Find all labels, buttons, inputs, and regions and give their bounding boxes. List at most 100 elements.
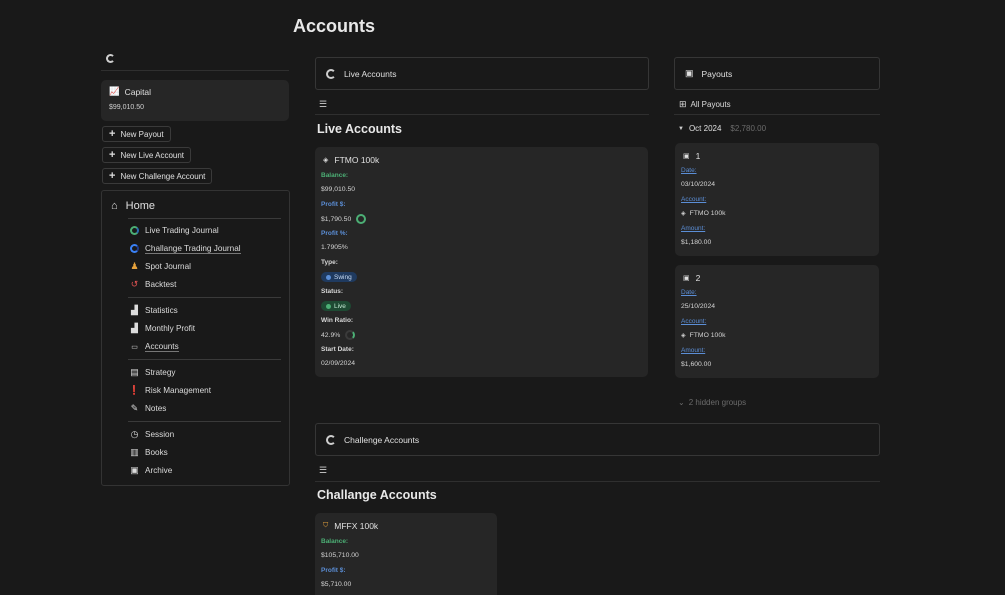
nav-item-risk-management[interactable]: ❗ Risk Management (129, 385, 211, 396)
archive-icon: ▣ (130, 465, 139, 475)
nav-item-notes[interactable]: ✎ Notes (129, 403, 167, 414)
start-date-value: 02/09/2024 (321, 360, 356, 367)
account-card-mffx[interactable]: ⛉ MFFX 100k Balance: $105,710.00 Profit $… (315, 513, 497, 595)
amount-value: $1,180.00 (681, 239, 712, 246)
account-name: FTMO 100k (334, 155, 380, 165)
group-oct-2024[interactable]: ▼ Oct 2024 $2,780.00 (678, 124, 766, 133)
account-name: MFFX 100k (334, 521, 379, 531)
money-icon: ▭ (131, 343, 138, 351)
live-accounts-header-label: Live Accounts (344, 68, 397, 79)
capital-label: Capital (124, 86, 152, 97)
money-icon: ▣ (683, 275, 690, 282)
nav-item-label: Challange Trading Journal (145, 243, 241, 254)
account-card-ftmo[interactable]: ◈ FTMO 100k Balance: $99,010.50 Profit $:… (315, 147, 648, 377)
new-payout-button[interactable]: + New Payout (102, 126, 171, 142)
bar-chart-icon: ▟ (131, 305, 138, 315)
group-label: Oct 2024 (688, 124, 722, 133)
sidebar-nav: ⌂ Home Live Trading Journal Challange Tr… (101, 190, 290, 486)
nav-item-monthly-profit[interactable]: ▟ Monthly Profit (129, 323, 195, 334)
type-value: Swing (334, 273, 352, 281)
nav-item-accounts[interactable]: ▭ Accounts (129, 341, 179, 352)
profit-label: Profit $: (321, 567, 346, 574)
new-challenge-account-button[interactable]: + New Challenge Account (102, 168, 213, 184)
payout-title: 2 (695, 273, 701, 283)
divider (128, 297, 281, 298)
nav-item-label: Session (145, 430, 175, 439)
money-icon: ▣ (685, 68, 694, 78)
plus-icon: + (109, 169, 116, 182)
all-payouts-tab[interactable]: ⊞ All Payouts (679, 99, 731, 110)
payout-card[interactable]: ▣ 1 Date: 03/10/2024 Account: ◈ FTMO 100k … (675, 143, 879, 256)
nav-item-label: Accounts (145, 341, 179, 352)
new-live-label: New Live Account (120, 150, 185, 160)
capital-value: $99,010.50 (109, 104, 145, 111)
spot-icon: ♟ (130, 261, 139, 271)
list-view-icon[interactable]: ☰ (319, 465, 327, 476)
divider (315, 481, 880, 482)
payouts-header-label: Payouts (701, 68, 733, 79)
live-accounts-title: Live Accounts (317, 122, 402, 136)
nav-item-live-trading-journal[interactable]: Live Trading Journal (129, 225, 219, 236)
bar-chart-icon: ▟ (131, 323, 138, 333)
status-value: Live (334, 302, 346, 310)
payout-card[interactable]: ▣ 2 Date: 25/10/2024 Account: ◈ FTMO 100k … (675, 265, 879, 378)
account-value: FTMO 100k (689, 210, 726, 217)
progress-ring-icon (356, 214, 367, 224)
profit-value: $5,710.00 (321, 581, 352, 588)
chevron-down-icon: ⌄ (678, 398, 685, 407)
diamond-icon: ◈ (323, 157, 329, 164)
new-challenge-label: New Challenge Account (120, 171, 206, 181)
profit-label: Profit $: (321, 201, 346, 208)
nav-item-label: Books (145, 448, 168, 457)
grid-icon: ⊞ (679, 99, 687, 109)
nav-home[interactable]: ⌂ Home (111, 200, 155, 212)
hidden-groups-label: 2 hidden groups (688, 398, 747, 407)
challenge-accounts-link[interactable]: Challenge Accounts (315, 423, 880, 456)
nav-item-spot-journal[interactable]: ♟ Spot Journal (129, 261, 191, 272)
nav-item-label: Risk Management (145, 386, 211, 395)
nav-item-challange-trading-journal[interactable]: Challange Trading Journal (129, 243, 241, 254)
date-label: Date: (681, 289, 697, 296)
nav-item-statistics[interactable]: ▟ Statistics (129, 305, 178, 316)
group-total: $2,780.00 (730, 124, 767, 133)
caret-down-icon: ▼ (678, 125, 684, 132)
nav-item-strategy[interactable]: ▤ Strategy (129, 367, 176, 378)
capital-card[interactable]: 📈 Capital $99,010.50 (101, 80, 289, 121)
balance-label: Balance: (321, 172, 349, 179)
book-icon: ▥ (130, 447, 139, 457)
account-label: Account: (681, 196, 707, 203)
date-label: Date: (681, 167, 697, 174)
page-title: Accounts (293, 16, 376, 36)
hidden-groups-toggle[interactable]: ⌄ 2 hidden groups (678, 398, 746, 407)
nav-item-label: Backtest (145, 280, 177, 289)
type-badge: Swing (321, 272, 357, 282)
nav-item-label: Monthly Profit (145, 324, 196, 333)
new-live-account-button[interactable]: + New Live Account (102, 147, 192, 163)
payouts-link[interactable]: ▣ Payouts (674, 57, 880, 90)
loading-icon (106, 54, 115, 63)
strategy-icon: ▤ (130, 367, 139, 377)
account-label: Account: (681, 318, 707, 325)
loading-icon (326, 434, 336, 445)
amount-label: Amount: (681, 347, 706, 354)
dot-icon (326, 274, 331, 280)
nav-item-books[interactable]: ▥ Books (129, 447, 168, 458)
new-payout-label: New Payout (120, 129, 164, 139)
profit-pct-label: Profit %: (321, 230, 348, 237)
nav-item-backtest[interactable]: ↺ Backtest (129, 279, 177, 290)
challenge-accounts-header-label: Challenge Accounts (344, 434, 420, 445)
nav-item-archive[interactable]: ▣ Archive (129, 465, 172, 476)
list-view-icon[interactable]: ☰ (319, 99, 327, 110)
plus-icon: + (109, 148, 116, 161)
profit-value: $1,790.50 (321, 215, 352, 223)
chart-icon: 📈 (109, 86, 120, 96)
money-icon: ▣ (683, 153, 690, 160)
journal-challenge-icon (129, 243, 140, 254)
profit-pct-value: 1.7905% (321, 244, 348, 251)
nav-item-session[interactable]: ◷ Session (129, 429, 175, 440)
home-icon: ⌂ (111, 200, 118, 212)
diamond-icon: ◈ (681, 211, 686, 217)
nav-item-label: Strategy (145, 368, 176, 377)
live-accounts-link[interactable]: Live Accounts (315, 57, 649, 90)
status-label: Status: (321, 288, 344, 295)
